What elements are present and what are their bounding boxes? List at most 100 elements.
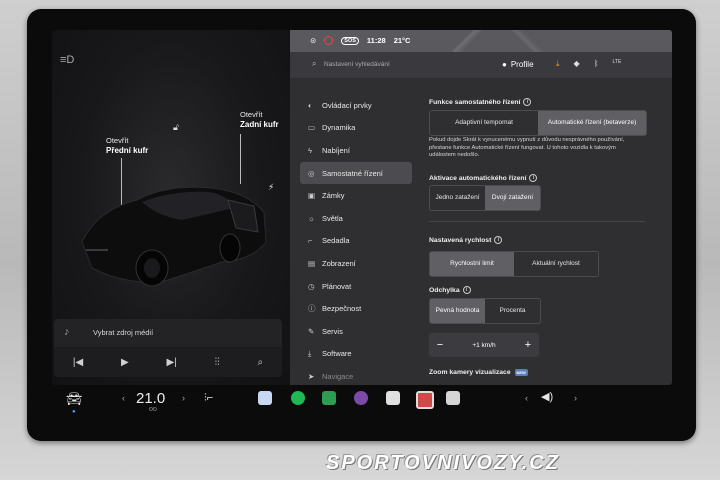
nav-item[interactable]: ϟ Nabíjení bbox=[300, 139, 412, 162]
clock-icon: ◷ bbox=[308, 281, 315, 291]
speed-limit-option[interactable]: Rychlostní limit bbox=[430, 252, 514, 276]
toybox-app-icon[interactable] bbox=[416, 391, 434, 409]
increase-button[interactable]: + bbox=[517, 339, 539, 351]
nav-item[interactable]: ▭ Dynamika bbox=[300, 117, 412, 140]
info-icon[interactable]: i bbox=[529, 174, 538, 182]
nav-item-label: Software bbox=[322, 349, 352, 359]
seat-heater-icon[interactable]: ⫶⌐ bbox=[204, 392, 213, 405]
watermark: SPORTOVNIVOZY.CZ bbox=[326, 452, 560, 474]
profile-button[interactable]: ● Profile bbox=[502, 60, 534, 69]
headlights-icon[interactable]: ≡D bbox=[60, 54, 74, 66]
activation-selector: Jedno zatažení Dvojí zatažení bbox=[429, 185, 541, 211]
rear-trunk-label[interactable]: Otevřít Zadní kufr bbox=[240, 110, 279, 130]
active-indicator: ● bbox=[72, 409, 76, 415]
nav-item[interactable]: ✎ Servis bbox=[300, 320, 412, 343]
volume-up-chevron[interactable]: › bbox=[574, 393, 577, 403]
media-source-bar[interactable]: ♪ Vybrat zdroj médií bbox=[54, 319, 282, 347]
section-title: Aktivace automatického řízení bbox=[429, 174, 527, 182]
toggle-icon: ◐ bbox=[308, 100, 313, 110]
nav-item[interactable]: ➤ Navigace bbox=[300, 365, 412, 385]
equalizer-icon[interactable]: ⫶⫶ bbox=[215, 357, 220, 368]
security-camera-icon: ⊙ bbox=[310, 36, 317, 45]
volume-down-chevron[interactable]: ‹ bbox=[525, 393, 528, 403]
car-panel: ≡D Otevřít Přední kufr Otevřít Zadní kuf… bbox=[52, 30, 290, 385]
info-icon[interactable]: i bbox=[494, 236, 503, 244]
temp-down-chevron[interactable]: ‹ bbox=[122, 393, 125, 403]
nav-item[interactable]: ▣ Zámky bbox=[300, 184, 412, 207]
section-title: Nastavená rychlost bbox=[429, 236, 492, 244]
nav-item-label: Bezpečnost bbox=[322, 304, 362, 314]
info-icon: ⓘ bbox=[308, 304, 316, 314]
nav-item[interactable]: ⌐ Sedadla bbox=[300, 230, 412, 253]
settings-nav: ◐ Ovládací prvky ▭ Dynamika ϟ Nabíjení ◎ Sam… bbox=[300, 94, 412, 385]
next-track-icon[interactable]: ▶| bbox=[167, 357, 177, 368]
sos-indicator[interactable]: SOS bbox=[341, 36, 359, 45]
navigation-app-icon[interactable] bbox=[446, 391, 460, 405]
nav-item-label: Světla bbox=[322, 213, 343, 223]
new-badge: NEW bbox=[514, 369, 528, 376]
set-speed-selector: Rychlostní limit Aktuální rychlost bbox=[429, 251, 599, 277]
download-update-icon[interactable]: ⤓ bbox=[556, 59, 560, 69]
volume-icon[interactable]: ◀) bbox=[541, 390, 553, 403]
car-icon: ▭ bbox=[308, 123, 316, 133]
display-icon: ▤ bbox=[308, 258, 316, 268]
bolt-icon: ϟ bbox=[308, 145, 312, 155]
navigation-icon: ➤ bbox=[308, 371, 315, 381]
current-speed-option[interactable]: Aktuální rychlost bbox=[514, 252, 598, 276]
dashcam-app-icon[interactable] bbox=[258, 391, 272, 405]
nav-item[interactable]: ◷ Plánovat bbox=[300, 275, 412, 298]
search-icon[interactable]: ⌕ bbox=[257, 357, 263, 368]
music-note-icon: ♪ bbox=[64, 326, 70, 338]
autosteer-option[interactable]: Automatické řízení (betaverze) bbox=[538, 111, 646, 135]
fixed-value-option[interactable]: Pevná hodnota bbox=[430, 299, 485, 323]
previous-track-icon[interactable]: |◀ bbox=[73, 357, 83, 368]
temp-up-chevron[interactable]: › bbox=[182, 393, 185, 403]
nav-item-label: Servis bbox=[322, 326, 343, 336]
adaptive-cruise-option[interactable]: Adaptivní tempomat bbox=[430, 111, 538, 135]
spotify-icon[interactable] bbox=[291, 391, 305, 405]
autopilot-features-heading: Funkce samostatného řízení i bbox=[429, 98, 532, 106]
section-title: Funkce samostatného řízení bbox=[429, 98, 521, 106]
offset-type-selector: Pevná hodnota Procenta bbox=[429, 298, 541, 324]
lock-icon: ▣ bbox=[308, 191, 316, 201]
bell-icon[interactable]: ◆ bbox=[574, 59, 580, 69]
car-icon[interactable]: 🚘︎ bbox=[66, 391, 83, 407]
nav-item[interactable]: ⓘ Bezpečnost bbox=[300, 297, 412, 320]
touchscreen: ≡D Otevřít Přední kufr Otevřít Zadní kuf… bbox=[52, 30, 672, 385]
profile-label: Profile bbox=[510, 60, 534, 69]
settings-search-input[interactable]: Nastavení vyhledávání bbox=[324, 61, 390, 68]
nav-item-label: Sedadla bbox=[322, 236, 350, 246]
front-trunk-action: Otevřít bbox=[106, 136, 129, 145]
lock-icon[interactable]: 🔓︎ bbox=[173, 122, 179, 133]
nav-item-active[interactable]: ◎ Samostatné řízení bbox=[300, 161, 412, 185]
cabin-temperature[interactable]: 21.0 bbox=[136, 390, 165, 407]
sun-icon: ☼ bbox=[308, 213, 315, 223]
single-pull-option[interactable]: Jedno zatažení bbox=[430, 186, 485, 210]
play-icon[interactable]: ▶ bbox=[121, 357, 129, 368]
nav-item-label: Plánovat bbox=[322, 281, 352, 291]
info-icon[interactable]: i bbox=[523, 98, 532, 106]
decrease-button[interactable]: − bbox=[429, 339, 451, 351]
dashcam-record-icon[interactable] bbox=[324, 36, 334, 45]
info-icon[interactable]: i bbox=[462, 286, 471, 294]
bluetooth-icon[interactable]: ᛒ bbox=[594, 59, 599, 69]
nav-item[interactable]: ▤ Zobrazení bbox=[300, 252, 412, 275]
settings-search-bar: ⌕ Nastavení vyhledávání ● Profile ⤓ ◆ ᛒ … bbox=[290, 52, 672, 78]
nav-item[interactable]: ⤓ Software bbox=[300, 343, 412, 366]
double-pull-option[interactable]: Dvojí zatažení bbox=[485, 186, 540, 210]
offset-value: +1 km/h bbox=[472, 341, 496, 349]
nav-item[interactable]: ☼ Světla bbox=[300, 207, 412, 230]
settings-panel: ⊙ SOS 11:28 21°C ⌕ Nastavení vyhledávání… bbox=[290, 30, 672, 385]
person-icon: ● bbox=[502, 60, 507, 69]
energy-app-icon[interactable] bbox=[322, 391, 336, 405]
calendar-app-icon[interactable] bbox=[386, 391, 400, 405]
percentage-option[interactable]: Procenta bbox=[485, 299, 540, 323]
nav-item[interactable]: ◐ Ovládací prvky bbox=[300, 94, 412, 117]
camera-app-icon[interactable] bbox=[354, 391, 368, 405]
camera-zoom-heading: Zoom kamery vizualizace NEW bbox=[429, 369, 528, 376]
search-icon: ⌕ bbox=[312, 59, 317, 68]
section-title: Zoom kamery vizualizace bbox=[429, 369, 511, 376]
car-image bbox=[81, 186, 267, 287]
offset-stepper: − +1 km/h + bbox=[429, 333, 539, 357]
nav-item-label: Zobrazení bbox=[322, 258, 356, 268]
